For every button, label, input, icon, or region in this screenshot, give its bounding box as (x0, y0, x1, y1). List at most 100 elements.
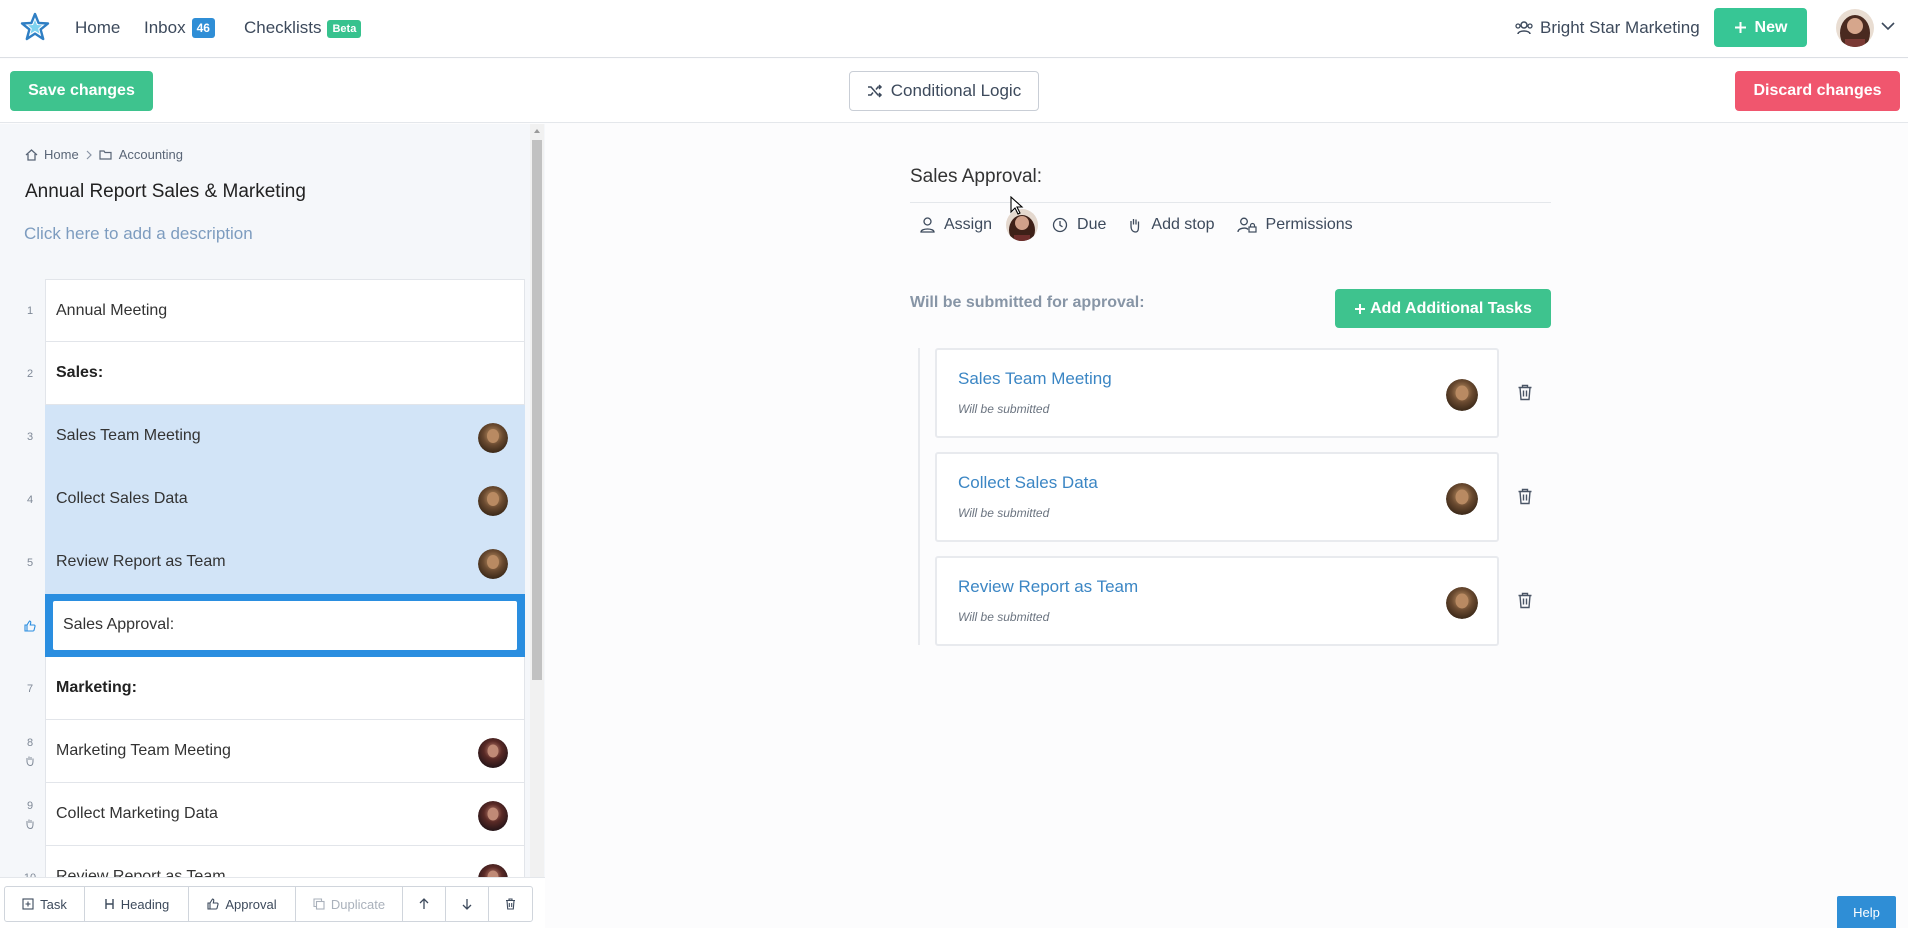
task-name[interactable]: Review Report as Team (958, 577, 1138, 597)
clock-icon (1052, 217, 1068, 233)
nav-inbox-link[interactable]: Inbox 46 (144, 18, 215, 38)
conditional-logic-label: Conditional Logic (890, 81, 1022, 100)
checklist-items: 1 Annual Meeting 2 Sales: 3 Sales Team M… (0, 279, 530, 909)
add-stop-button[interactable]: Add stop (1128, 216, 1215, 234)
delete-item-button[interactable] (489, 887, 532, 921)
approval-title-input[interactable]: Sales Approval: (53, 600, 517, 650)
breadcrumb-accounting[interactable]: Accounting (119, 147, 183, 162)
help-button[interactable]: Help (1837, 896, 1896, 928)
add-stop-label: Add stop (1151, 216, 1215, 233)
task-status: Will be submitted (958, 610, 1050, 624)
trash-icon (506, 898, 515, 910)
submitted-for-approval-label: Will be submitted for approval: (910, 294, 1145, 311)
list-item[interactable]: Sales Approval: (0, 594, 530, 657)
duplicate-button[interactable]: Duplicate (296, 887, 403, 921)
organization-switcher[interactable]: Bright Star Marketing (1514, 18, 1700, 38)
breadcrumb: Home Accounting (25, 147, 183, 162)
permissions-button[interactable]: Permissions (1236, 216, 1353, 234)
add-approval-button[interactable]: Approval (189, 887, 296, 921)
due-date-button[interactable]: Due (1052, 216, 1106, 234)
add-heading-button[interactable]: Heading (85, 887, 189, 921)
task-status: Will be submitted (958, 506, 1050, 520)
save-changes-button[interactable]: Save changes (10, 71, 153, 111)
mouse-cursor-icon (1010, 196, 1024, 215)
approval-task-card[interactable]: Collect Sales Data Will be submitted (935, 452, 1499, 542)
duplicate-label: Duplicate (330, 896, 386, 912)
assign-label: Assign (944, 216, 993, 233)
item-toolbar: Task Heading Approval Duplicate (0, 877, 545, 928)
nav-checklists-label: Checklists (244, 18, 322, 37)
item-number: 9 (20, 783, 40, 846)
move-up-button[interactable] (403, 887, 446, 921)
add-additional-tasks-button[interactable]: Add Additional Tasks (1335, 289, 1551, 328)
chevron-down-icon[interactable] (1881, 21, 1895, 31)
list-item[interactable]: 5 Review Report as Team (0, 531, 530, 594)
approval-label: Approval (225, 896, 277, 912)
list-item[interactable]: 3 Sales Team Meeting (0, 405, 530, 468)
item-number: 8 (20, 720, 40, 783)
plus-icon (1355, 303, 1366, 314)
assignee-avatar (478, 738, 508, 768)
hand-stop-icon (1130, 219, 1140, 233)
task-group-line (918, 348, 920, 645)
assignee-avatar (478, 801, 508, 831)
nav-home-link[interactable]: Home (75, 18, 120, 38)
user-lock-icon (1236, 217, 1257, 233)
breadcrumb-home[interactable]: Home (44, 147, 79, 162)
trash-icon[interactable] (1517, 488, 1533, 505)
thumbs-up-icon (24, 619, 36, 632)
heading-item-box[interactable]: Sales: (45, 342, 525, 405)
star-logo-icon[interactable] (20, 12, 50, 42)
assignee-avatar (478, 549, 508, 579)
description-placeholder[interactable]: Click here to add a description (24, 224, 253, 244)
selected-item-box[interactable]: Sales Team Meeting (45, 405, 525, 468)
item-label: Collect Marketing Data (56, 805, 218, 822)
plus-icon (1734, 22, 1746, 33)
approval-title[interactable]: Sales Approval: (910, 166, 1042, 188)
list-item[interactable]: 4 Collect Sales Data (0, 468, 530, 531)
checklist-title[interactable]: Annual Report Sales & Marketing (25, 181, 306, 203)
list-item[interactable]: 2 Sales: (0, 342, 530, 405)
item-number: 7 (26, 682, 34, 695)
heading-item-box[interactable]: Marketing: (45, 657, 525, 720)
scroll-up-arrow-icon[interactable] (532, 126, 542, 136)
selected-item-box[interactable]: Collect Sales Data (45, 468, 525, 531)
organization-name: Bright Star Marketing (1540, 18, 1700, 37)
action-bar: Save changes Conditional Logic Discard c… (0, 59, 1908, 123)
conditional-logic-button[interactable]: Conditional Logic (849, 71, 1039, 111)
item-label-box[interactable]: Marketing Team Meeting (45, 720, 525, 783)
task-name[interactable]: Collect Sales Data (958, 473, 1098, 493)
list-item[interactable]: 7 Marketing: (0, 657, 530, 720)
item-label: Marketing Team Meeting (56, 742, 231, 759)
assignee-avatar (478, 423, 508, 453)
selected-item-box[interactable]: Review Report as Team (45, 531, 525, 594)
item-number: 1 (26, 304, 34, 317)
new-button[interactable]: New (1714, 8, 1807, 47)
assign-button[interactable]: Assign (920, 216, 992, 234)
item-label: Sales: (56, 364, 104, 381)
item-label-box[interactable]: Collect Marketing Data (45, 783, 525, 846)
add-task-button[interactable]: Task (5, 887, 85, 921)
task-name[interactable]: Sales Team Meeting (958, 369, 1112, 389)
chevron-right-icon (86, 150, 92, 159)
arrow-up-icon (419, 898, 429, 909)
trash-icon[interactable] (1517, 384, 1533, 401)
nav-checklists-link[interactable]: Checklists Beta (244, 18, 362, 38)
hand-stop-icon (26, 756, 34, 766)
item-label: Annual Meeting (56, 301, 168, 319)
discard-changes-button[interactable]: Discard changes (1735, 71, 1900, 111)
item-label-box[interactable]: Annual Meeting (45, 279, 525, 342)
home-icon (25, 148, 38, 161)
hand-stop-icon (26, 819, 34, 829)
list-item[interactable]: 8 Marketing Team Meeting (0, 720, 530, 783)
permissions-label: Permissions (1265, 216, 1353, 233)
approval-task-card[interactable]: Review Report as Team Will be submitted (935, 556, 1499, 646)
approval-item-box[interactable]: Sales Approval: (45, 594, 525, 657)
scrollbar-thumb[interactable] (532, 140, 542, 680)
move-down-button[interactable] (446, 887, 489, 921)
list-item[interactable]: 9 Collect Marketing Data (0, 783, 530, 846)
trash-icon[interactable] (1517, 592, 1533, 609)
user-avatar[interactable] (1836, 9, 1874, 47)
list-item[interactable]: 1 Annual Meeting (0, 279, 530, 342)
approval-task-card[interactable]: Sales Team Meeting Will be submitted (935, 348, 1499, 438)
